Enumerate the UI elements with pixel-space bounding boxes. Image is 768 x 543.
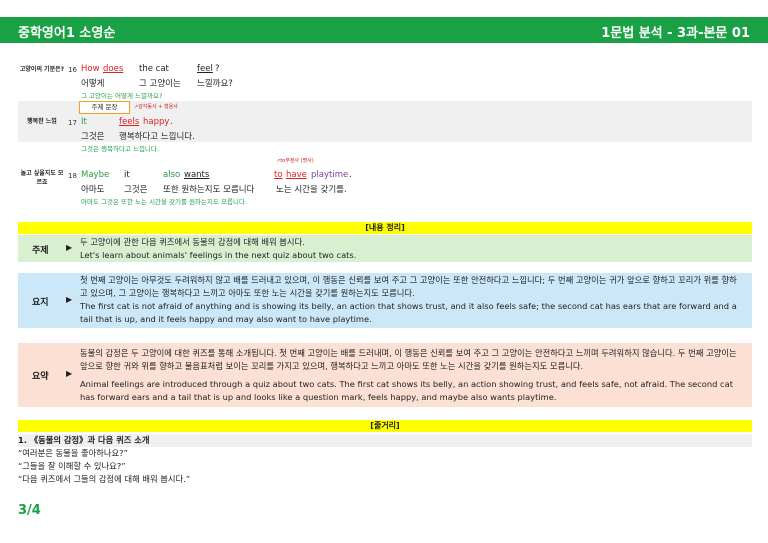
- word-happy: happy: [143, 117, 170, 127]
- korean-16-b: 그 고양이는: [139, 79, 181, 89]
- word-wants: wants: [184, 170, 210, 180]
- summary-text: 동물의 감정은 두 고양이에 대한 퀴즈를 통해 소개됩니다. 첫 번째 고양이…: [80, 347, 744, 404]
- gist-section: 요지 ▶ 첫 번째 고양이는 아무것도 두려워하지 않고 배를 드러내고 있으며…: [18, 273, 752, 328]
- section-title: 1문법 분석 - 3과-본문 01: [601, 26, 750, 41]
- gist-korean: 첫 번째 고양이는 아무것도 두려워하지 않고 배를 드러내고 있으며, 이 행…: [80, 275, 737, 298]
- sentence-16-number: 16: [68, 66, 77, 74]
- plot-line-3: “다음 퀴즈에서 그들의 감정에 대해 배워 봅시다.”: [18, 474, 191, 484]
- grammar-note-17: ↗감각동사 + 형용사: [134, 104, 178, 110]
- word-it: It: [81, 117, 87, 127]
- korean-18-c: 또한 원하는지도 모릅니다: [163, 185, 255, 195]
- arrow-icon: ▶: [66, 295, 73, 304]
- plot-line-1: “여러분은 동물을 좋아하나요?”: [18, 448, 128, 458]
- gist-label: 요지: [32, 298, 49, 308]
- sentence-18-number: 18: [68, 172, 77, 180]
- topic-sentence-box: 주제 문장: [79, 101, 130, 114]
- sentence-17-label: 행복한 느낌: [27, 118, 57, 125]
- period-18: .: [349, 170, 352, 180]
- theme-english: Let's learn about animals' feelings in t…: [80, 250, 357, 260]
- gloss-18: 아마도 그것은 또한 노는 시간을 갖기를 원하는지도 모릅니다.: [81, 198, 248, 206]
- sentence-17-number: 17: [68, 119, 77, 127]
- gist-english: The first cat is not afraid of anything …: [80, 301, 737, 324]
- question-mark: ?: [215, 64, 220, 74]
- korean-16-a: 어떻게: [81, 79, 105, 89]
- theme-section: 주제 ▶ 두 고양이에 관한 다음 퀴즈에서 동물의 감정에 대해 배워 봅시다…: [18, 235, 752, 262]
- plot-heading: 1. 《동물의 감정》과 다음 퀴즈 소개: [18, 434, 752, 447]
- summary-english: Animal feelings are introduced through a…: [80, 379, 733, 402]
- summary-section: 요약 ▶ 동물의 감정은 두 고양이에 대한 퀴즈를 통해 소개됩니다. 첫 번…: [18, 343, 752, 407]
- korean-17-a: 그것은: [81, 132, 105, 142]
- theme-text: 두 고양이에 관한 다음 퀴즈에서 동물의 감정에 대해 배워 봅시다. Let…: [80, 236, 744, 262]
- gist-text: 첫 번째 고양이는 아무것도 두려워하지 않고 배를 드러내고 있으며, 이 행…: [80, 274, 744, 326]
- word-also: also: [163, 170, 181, 180]
- korean-18-b: 그것은: [124, 185, 148, 195]
- korean-16-c: 느낄까요?: [197, 79, 233, 89]
- plot-line-2: “그들을 잘 이해할 수 있나요?”: [18, 461, 126, 471]
- grammar-note-18: ↗to부정사 (명사): [276, 158, 314, 164]
- sentence-18-label: 놀고 싶을지도 모르죠: [20, 170, 64, 186]
- word-to: to: [274, 170, 283, 180]
- plot-title: [줄거리]: [18, 420, 752, 432]
- arrow-icon: ▶: [66, 243, 73, 252]
- word-it-18: it: [124, 170, 130, 180]
- word-the-cat: the cat: [139, 64, 169, 74]
- word-feel: feel: [197, 64, 213, 74]
- word-how: How: [81, 64, 100, 74]
- gloss-17: 그것은 행복하다고 느낍니다.: [81, 145, 159, 153]
- korean-18-a: 아마도: [81, 185, 105, 195]
- arrow-icon: ▶: [66, 369, 73, 378]
- book-title: 중학영어1 소영순: [18, 26, 116, 41]
- word-feels: feels: [119, 117, 140, 127]
- summary-title: [내용 정리]: [18, 222, 752, 234]
- period: .: [170, 117, 173, 127]
- sentence-16-label: 고양이의 기분은?: [19, 66, 65, 73]
- word-does: does: [103, 64, 124, 74]
- word-playtime: playtime: [311, 170, 349, 180]
- theme-label: 주제: [32, 246, 49, 256]
- korean-18-d: 노는 시간을 갖기를.: [276, 185, 347, 195]
- summary-label: 요약: [32, 372, 49, 382]
- gloss-16: 그 고양이는 어떻게 느낄까요?: [81, 92, 163, 100]
- theme-korean: 두 고양이에 관한 다음 퀴즈에서 동물의 감정에 대해 배워 봅시다.: [80, 237, 305, 247]
- korean-17-b: 행복하다고 느낍니다.: [119, 132, 195, 142]
- page-number: 3/4: [18, 503, 41, 518]
- word-have: have: [286, 170, 307, 180]
- summary-korean: 동물의 감정은 두 고양이에 대한 퀴즈를 통해 소개됩니다. 첫 번째 고양이…: [80, 348, 737, 371]
- header-bar: 중학영어1 소영순 1문법 분석 - 3과-본문 01: [0, 17, 768, 43]
- word-maybe: Maybe: [81, 170, 110, 180]
